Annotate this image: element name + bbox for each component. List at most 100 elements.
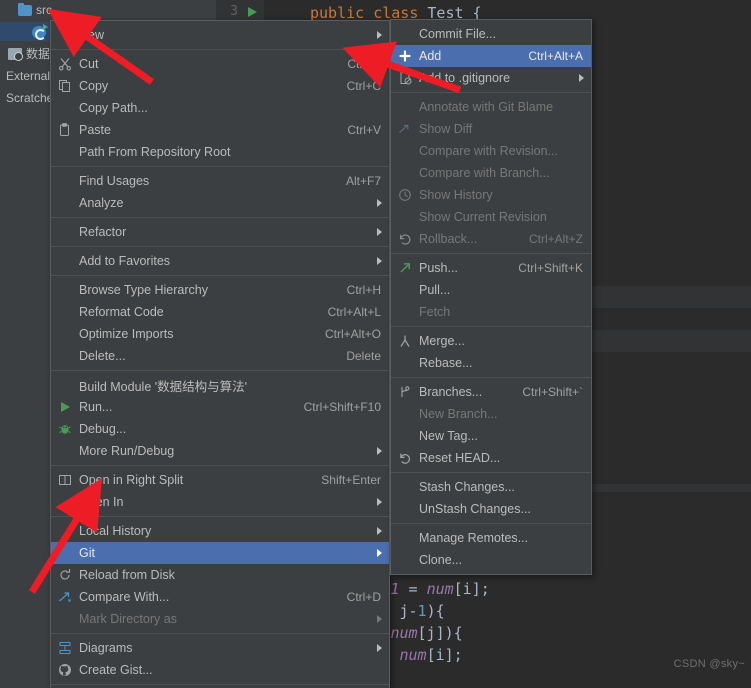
menu-item-label: Analyze	[79, 196, 124, 210]
chevron-right-icon	[579, 74, 584, 82]
push-icon	[398, 261, 412, 275]
menu-item-browse-type-hierarchy[interactable]: Browse Type Hierarchy Ctrl+H	[51, 279, 389, 301]
menu-item-label: Rebase...	[419, 356, 473, 370]
menu-item-unstash-changes[interactable]: UnStash Changes...	[391, 498, 591, 520]
menu-item-analyze[interactable]: Analyze	[51, 192, 389, 214]
chevron-right-icon	[377, 199, 382, 207]
menu-item-paste[interactable]: Paste Ctrl+V	[51, 119, 389, 141]
menu-item-label: More Run/Debug	[79, 444, 175, 458]
rollback-icon	[398, 232, 412, 246]
menu-item-stash-changes[interactable]: Stash Changes...	[391, 476, 591, 498]
menu-item-shortcut: Ctrl+Shift+`	[522, 385, 583, 399]
menu-item-branches[interactable]: Branches... Ctrl+Shift+`	[391, 381, 591, 403]
ide-window: src Test 数据结构与算法 External Libraries Scra…	[0, 0, 751, 688]
menu-item-optimize-imports[interactable]: Optimize Imports Ctrl+Alt+O	[51, 323, 389, 345]
menu-item-label: New Tag...	[419, 429, 478, 443]
chevron-right-icon	[377, 498, 382, 506]
menu-item-shortcut: Ctrl+Shift+F10	[303, 400, 381, 414]
menu-item-delete[interactable]: Delete... Delete	[51, 345, 389, 367]
menu-item-label: Pull...	[419, 283, 451, 297]
menu-item-shortcut: Ctrl+Shift+K	[518, 261, 583, 275]
merge-icon	[398, 334, 412, 348]
menu-separator	[51, 684, 389, 685]
menu-item-manage-remotes[interactable]: Manage Remotes...	[391, 527, 591, 549]
menu-item-debug[interactable]: Debug...	[51, 418, 389, 440]
project-view-context-menu[interactable]: New Cut Ctrl+X Copy Ctrl+C Copy Path... Pas…	[50, 20, 390, 688]
git-submenu[interactable]: Commit File... Add Ctrl+Alt+A Add to .git…	[390, 19, 592, 575]
menu-item-label: Optimize Imports	[79, 327, 174, 341]
menu-item-new[interactable]: New	[51, 24, 389, 46]
menu-item-local-history[interactable]: Local History	[51, 520, 389, 542]
menu-item-commit-file[interactable]: Commit File...	[391, 23, 591, 45]
menu-item-git[interactable]: Git	[51, 542, 389, 564]
menu-separator	[51, 246, 389, 247]
menu-item-label: Stash Changes...	[419, 480, 515, 494]
menu-item-label: Show Current Revision	[419, 210, 547, 224]
run-icon	[58, 400, 72, 414]
menu-item-clone[interactable]: Clone...	[391, 549, 591, 571]
menu-item-label: Reload from Disk	[79, 568, 175, 582]
menu-item-add[interactable]: Add Ctrl+Alt+A	[391, 45, 591, 67]
menu-item-pull[interactable]: Pull...	[391, 279, 591, 301]
chevron-right-icon	[377, 31, 382, 39]
menu-separator	[391, 253, 591, 254]
menu-separator	[51, 465, 389, 466]
menu-item-label: Rollback...	[419, 232, 478, 246]
menu-item-label: Copy Path...	[79, 101, 148, 115]
menu-item-rollback: Rollback... Ctrl+Alt+Z	[391, 228, 591, 250]
menu-item-reset-head[interactable]: Reset HEAD...	[391, 447, 591, 469]
split-icon	[58, 473, 72, 487]
menu-item-cut[interactable]: Cut Ctrl+X	[51, 53, 389, 75]
menu-item-rebase[interactable]: Rebase...	[391, 352, 591, 374]
menu-item-label: Diagrams	[79, 641, 133, 655]
menu-item-label: Fetch	[419, 305, 451, 319]
menu-separator	[391, 326, 591, 327]
menu-item-copy[interactable]: Copy Ctrl+C	[51, 75, 389, 97]
menu-item-add-to-gitignore[interactable]: Add to .gitignore	[391, 67, 591, 89]
menu-item-label: Debug...	[79, 422, 127, 436]
chevron-right-icon	[377, 527, 382, 535]
menu-separator	[391, 377, 591, 378]
menu-item-shortcut: Ctrl+C	[346, 79, 381, 93]
menu-item-shortcut: Alt+F7	[345, 174, 381, 188]
sidebar-item-src[interactable]: src	[0, 0, 216, 19]
menu-item-shortcut: Ctrl+X	[347, 57, 381, 71]
menu-item-compare-with[interactable]: Compare With... Ctrl+D	[51, 586, 389, 608]
menu-item-open-in-right-split[interactable]: Open in Right Split Shift+Enter	[51, 469, 389, 491]
menu-item-diagrams[interactable]: Diagrams	[51, 637, 389, 659]
menu-item-run[interactable]: Run... Ctrl+Shift+F10	[51, 396, 389, 418]
menu-item-shortcut: Ctrl+Alt+O	[324, 327, 381, 341]
menu-separator	[51, 516, 389, 517]
runnable-indicator-icon	[43, 23, 48, 30]
menu-item-open-in[interactable]: Open In	[51, 491, 389, 513]
run-gutter-icon[interactable]	[248, 7, 257, 17]
branch-icon	[398, 385, 412, 399]
menu-item-build-module[interactable]: Build Module '数据结构与算法'	[51, 374, 389, 396]
menu-item-label: Show History	[419, 188, 493, 202]
menu-item-label: Manage Remotes...	[419, 531, 529, 545]
menu-item-merge[interactable]: Merge...	[391, 330, 591, 352]
menu-item-reload-from-disk[interactable]: Reload from Disk	[51, 564, 389, 586]
menu-separator	[391, 92, 591, 93]
java-class-icon	[32, 23, 48, 40]
menu-item-add-to-favorites[interactable]: Add to Favorites	[51, 250, 389, 272]
menu-item-more-run-debug[interactable]: More Run/Debug	[51, 440, 389, 462]
menu-item-create-gist[interactable]: Create Gist...	[51, 659, 389, 681]
menu-item-path-from-repository-root[interactable]: Path From Repository Root	[51, 141, 389, 163]
menu-item-find-usages[interactable]: Find Usages Alt+F7	[51, 170, 389, 192]
menu-item-reformat-code[interactable]: Reformat Code Ctrl+Alt+L	[51, 301, 389, 323]
menu-item-shortcut: Delete	[346, 349, 381, 363]
menu-separator	[51, 370, 389, 371]
menu-item-label: Push...	[419, 261, 458, 275]
menu-item-compare-with-revision: Compare with Revision...	[391, 140, 591, 162]
menu-item-push[interactable]: Push... Ctrl+Shift+K	[391, 257, 591, 279]
chevron-right-icon	[377, 447, 382, 455]
menu-item-refactor[interactable]: Refactor	[51, 221, 389, 243]
menu-item-show-history: Show History	[391, 184, 591, 206]
menu-item-label: Clone...	[419, 553, 463, 567]
menu-item-label: Add to Favorites	[79, 254, 171, 268]
menu-item-show-diff: Show Diff	[391, 118, 591, 140]
menu-item-new-branch: New Branch...	[391, 403, 591, 425]
menu-item-new-tag[interactable]: New Tag...	[391, 425, 591, 447]
menu-item-copy-path[interactable]: Copy Path...	[51, 97, 389, 119]
